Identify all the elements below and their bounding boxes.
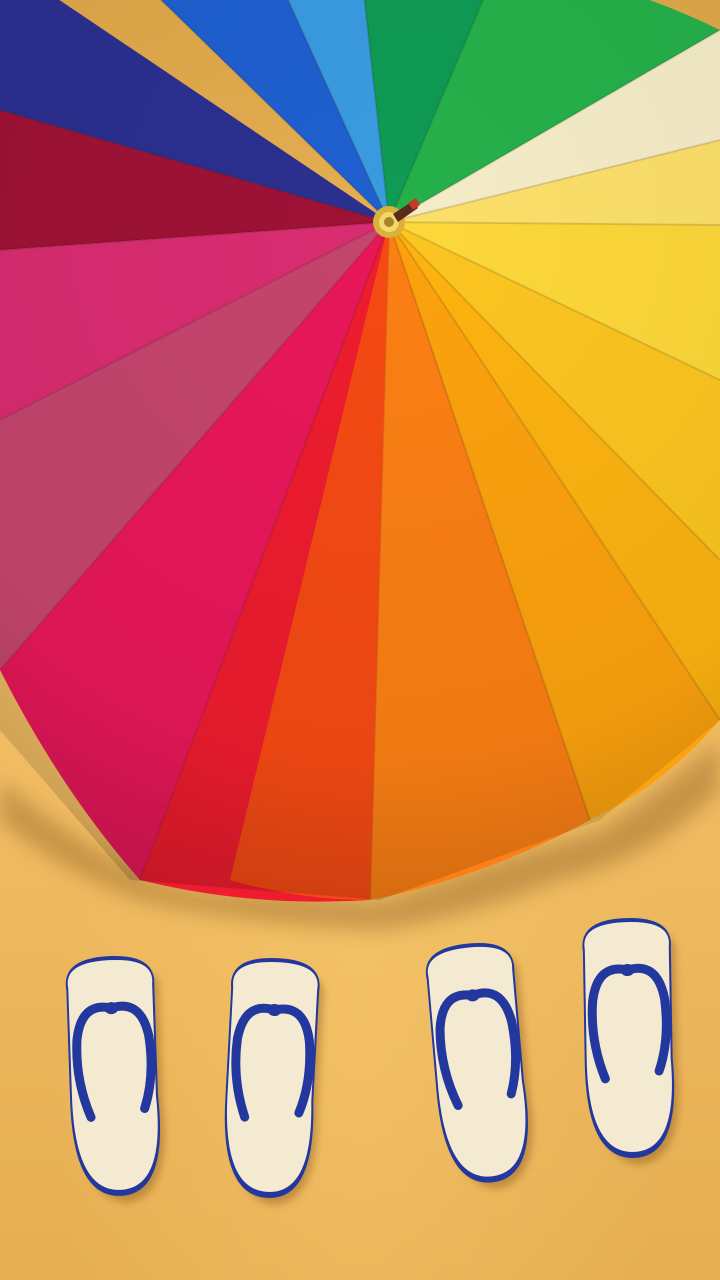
umbrella-shading [0, 0, 720, 900]
flip-flop [224, 958, 324, 1206]
flip-flops-group [65, 918, 679, 1206]
rainbow-umbrella [0, 0, 720, 902]
beach-scene [0, 0, 720, 1206]
flip-flop [582, 918, 679, 1165]
wallpaper-photo [0, 0, 720, 1280]
flip-flop [65, 956, 165, 1203]
flip-flop [425, 943, 533, 1189]
